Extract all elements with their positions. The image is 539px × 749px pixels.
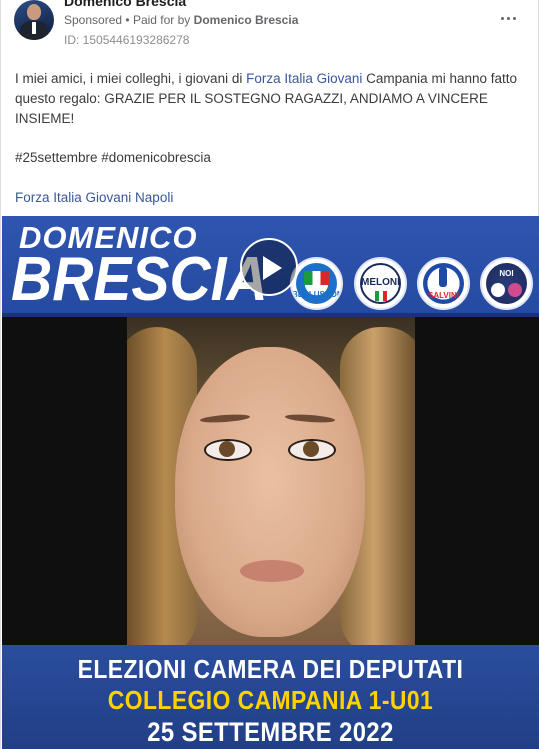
- post-text-start: I miei amici, i miei colleghi, i giovani…: [15, 71, 247, 86]
- video-frame: [127, 317, 415, 645]
- more-options-icon[interactable]: [498, 10, 518, 26]
- candidate-last-name: BRESCIA: [11, 245, 268, 314]
- right-brow: [284, 413, 336, 424]
- sponsored-line: Sponsored • Paid for by Domenico Brescia: [64, 13, 298, 27]
- separator-dot: •: [125, 13, 133, 27]
- forza-italia-giovani-link[interactable]: Forza Italia Giovani: [246, 71, 362, 86]
- election-title: ELEZIONI CAMERA DEI DEPUTATI: [77, 654, 464, 684]
- post-hashtags: #25settembre #domenicobrescia: [15, 150, 211, 165]
- paid-for-name: Domenico Brescia: [193, 13, 299, 27]
- avatar-shirt: [32, 22, 36, 34]
- lega-logo-text: SALVINI: [428, 291, 459, 300]
- noi-moderati-logo: NOI: [480, 257, 533, 310]
- banner-bottom: ELEZIONI CAMERA DEI DEPUTATI COLLEGIO CA…: [2, 645, 539, 749]
- play-icon[interactable]: [240, 238, 298, 296]
- electoral-college: COLLEGIO CAMPANIA 1-U01: [107, 685, 434, 715]
- face: [175, 347, 365, 637]
- right-eye: [288, 439, 336, 461]
- page-avatar[interactable]: [14, 0, 54, 40]
- sponsored-label: Sponsored: [64, 13, 123, 27]
- ad-card: Domenico Brescia Sponsored • Paid for by…: [0, 0, 539, 749]
- lips: [240, 560, 304, 582]
- page-name[interactable]: Domenico Brescia: [64, 0, 186, 9]
- lega-logo: SALVINI: [417, 257, 470, 310]
- left-brow: [199, 413, 251, 424]
- election-date: 25 SETTEMBRE 2022: [147, 717, 394, 747]
- ad-id: ID: 1505446193286278: [64, 33, 190, 47]
- post-text: I miei amici, i miei colleghi, i giovani…: [15, 69, 520, 129]
- left-eye: [204, 439, 252, 461]
- forza-italia-logo-text: BERLUSCONI: [292, 290, 343, 299]
- page-link[interactable]: Forza Italia Giovani Napoli: [15, 190, 173, 205]
- noi-moderati-logo-text: NOI: [499, 269, 514, 278]
- fratelli-italia-logo: MELONI: [354, 257, 407, 310]
- avatar-head: [27, 4, 41, 20]
- fratelli-italia-logo-text: MELONI: [361, 277, 400, 288]
- paid-for-prefix: Paid for by: [132, 13, 191, 27]
